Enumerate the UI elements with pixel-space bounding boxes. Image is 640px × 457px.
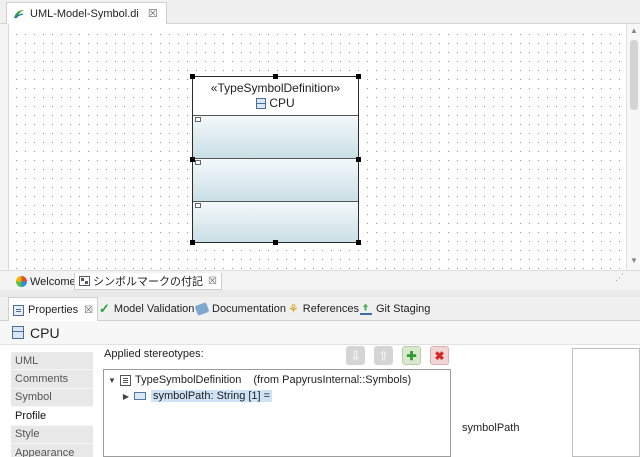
applied-stereotypes-tree[interactable]: ▼ TypeSymbolDefinition (from PapyrusInte… [103,369,451,457]
operations-compartment[interactable] [193,158,358,201]
close-icon[interactable]: ☒ [208,276,217,287]
selection-handle[interactable] [190,240,195,245]
compartment-collapse-icon[interactable] [195,117,201,122]
selection-handle[interactable] [273,74,278,79]
editor-tab-bar: UML-Model-Symbol.di ☒ [0,0,640,24]
applied-stereotypes-label: Applied stereotypes: [104,348,204,360]
section-tab-style[interactable]: Style [11,425,93,444]
tab-model-validation[interactable]: ✓ Model Validation [95,297,198,321]
tab-properties[interactable]: Properties ☒ [8,297,99,322]
compartment-collapse-icon[interactable] [195,160,201,165]
tab-properties-label: Properties [28,304,79,316]
left-frame-edge [0,24,9,270]
remove-stereotype-button[interactable]: ✖ [430,346,449,365]
tab-welcome[interactable]: Welcome [12,273,80,290]
scroll-down-icon[interactable]: ▼ [630,256,638,265]
tab-symbol-diagram[interactable]: シンボルマークの付記 ☒ [74,273,222,290]
class-name-row: CPU [193,96,358,110]
stereotype-name: TypeSymbolDefinition [135,374,242,386]
compartment-collapse-icon[interactable] [195,203,201,208]
references-icon: ⚘ [288,302,299,316]
symbolpath-property: symbolPath: String [1] = [151,390,273,402]
plus-icon: ✚ [406,348,417,363]
tab-model-validation-label: Model Validation [113,303,195,315]
diagram-page-tabs: Welcome シンボルマークの付記 ☒ [0,270,640,290]
selection-handle[interactable] [356,74,361,79]
delete-icon: ✖ [434,348,445,363]
property-icon [134,392,146,400]
tab-references[interactable]: ⚘ References [284,297,363,321]
diagram-icon [79,276,90,286]
tree-row-symbolpath[interactable]: ▶ symbolPath: String [1] = [120,388,273,404]
move-up-button[interactable]: ⇧ [374,346,393,365]
editor-tab-label: UML-Model-Symbol.di [30,7,139,20]
class-icon [12,326,24,339]
selection-handle[interactable] [273,240,278,245]
section-tab-comments[interactable]: Comments [11,370,93,389]
nested-classifiers-compartment[interactable] [193,201,358,242]
symbolpath-label: symbolPath [462,422,520,434]
attributes-compartment[interactable] [193,115,358,158]
tree-row-stereotype[interactable]: ▼ TypeSymbolDefinition (from PapyrusInte… [106,372,411,388]
resize-grip-icon[interactable]: ⋰ [615,272,624,283]
add-stereotype-button[interactable]: ✚ [402,346,421,365]
class-header: «TypeSymbolDefinition» CPU [193,77,358,115]
tab-documentation-label: Documentation [212,303,286,315]
class-icon [256,97,267,109]
welcome-icon [16,276,27,287]
class-stereotype: «TypeSymbolDefinition» [210,81,341,95]
chevron-right-icon[interactable]: ▶ [120,392,132,401]
git-staging-icon [360,304,372,315]
tab-git-staging-label: Git Staging [376,303,431,315]
scrollbar-thumb[interactable] [630,40,638,110]
chevron-down-icon[interactable]: ▼ [106,376,118,385]
section-tab-appearance[interactable]: Appearance [11,443,93,457]
section-tab-uml[interactable]: UML [11,352,93,371]
properties-element-title: CPU [0,321,640,345]
documentation-icon [194,302,210,316]
properties-section-tabs: UML Comments Symbol Profile Style Appear… [11,352,93,457]
selection-handle[interactable] [190,157,195,162]
scroll-up-icon[interactable]: ▲ [630,26,638,35]
move-down-button[interactable]: ⇩ [346,346,365,365]
stereotype-icon [120,374,131,386]
symbolpath-value-field[interactable] [572,348,640,457]
tab-git-staging[interactable]: Git Staging [356,297,434,321]
tab-documentation[interactable]: Documentation [192,297,290,321]
tab-welcome-label: Welcome [30,275,76,288]
class-name[interactable]: CPU [269,96,294,110]
arrow-up-icon: ⇧ [378,348,389,363]
view-tab-bar: Properties ☒ ✓ Model Validation Document… [0,297,640,322]
papyrus-icon [14,9,24,19]
close-icon[interactable]: ☒ [148,7,158,20]
selection-handle[interactable] [356,157,361,162]
properties-icon [13,304,24,316]
section-tab-symbol[interactable]: Symbol [11,388,93,408]
selection-handle[interactable] [356,240,361,245]
uml-class-cpu[interactable]: «TypeSymbolDefinition» CPU [190,74,361,245]
canvas-vertical-scrollbar[interactable]: ▲ ▼ [626,24,640,270]
element-title-text: CPU [30,324,60,341]
tab-symbol-diagram-label: シンボルマークの付記 [93,276,203,288]
view-sash[interactable] [0,290,640,297]
arrow-down-icon: ⇩ [350,348,361,363]
check-icon: ✓ [99,301,110,316]
tab-references-label: References [302,303,360,315]
stereotype-source: (from PapyrusInternal::Symbols) [253,374,412,386]
section-tab-profile[interactable]: Profile [11,407,93,426]
editor-tab-uml-model-symbol[interactable]: UML-Model-Symbol.di ☒ [6,2,167,24]
selection-handle[interactable] [190,74,195,79]
close-icon[interactable]: ☒ [84,305,93,316]
